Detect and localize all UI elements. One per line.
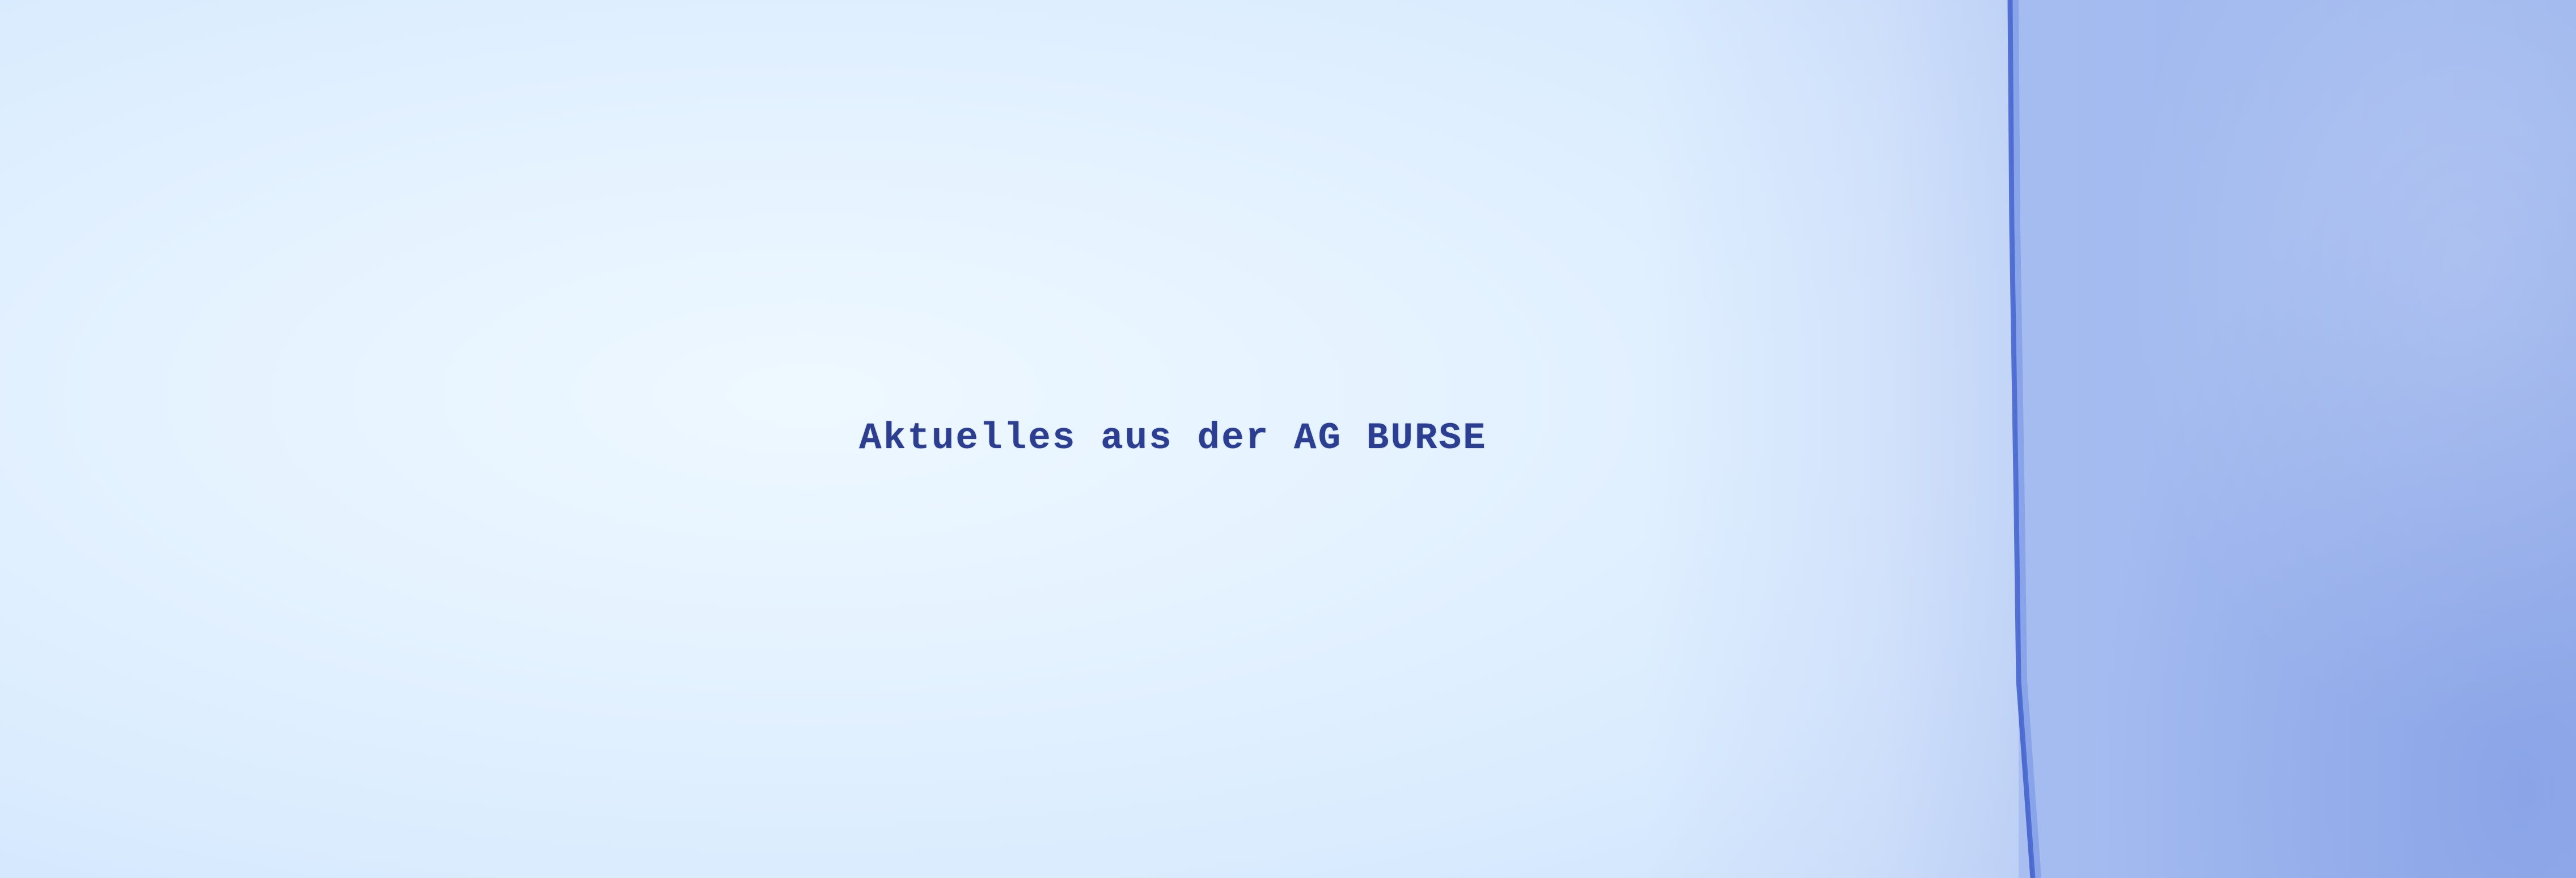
paper-shadow xyxy=(1644,0,2033,878)
photo-scene: Aktuelles aus der AG BURSE xyxy=(0,0,2576,878)
typed-heading: Aktuelles aus der AG BURSE xyxy=(859,417,1487,459)
background-surface xyxy=(2019,0,2576,878)
